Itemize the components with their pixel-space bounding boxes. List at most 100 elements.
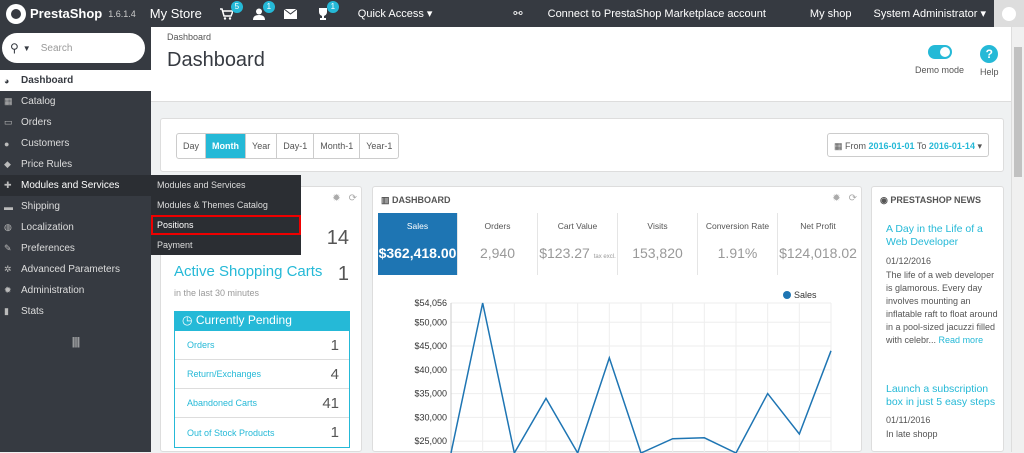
pending-label[interactable]: Out of Stock Products xyxy=(187,428,275,438)
kpi-sales-tab[interactable]: Sales$362,418.00 xyxy=(378,213,458,275)
calendar-icon: ▦ xyxy=(834,141,843,151)
refresh-icon[interactable]: ⟳ xyxy=(349,193,357,204)
read-more-link[interactable]: Read more xyxy=(939,335,984,345)
pending-label[interactable]: Return/Exchanges xyxy=(187,369,261,379)
card-tools: ✹ ⟳ xyxy=(832,193,857,204)
submenu-item-modules-services[interactable]: Modules and Services xyxy=(151,175,301,195)
to-date: 2016-01-14 xyxy=(929,141,975,151)
period-day-button[interactable]: Day xyxy=(177,134,206,158)
period-day-1-button[interactable]: Day-1 xyxy=(277,134,314,158)
topbar-right: ⚯ Connect to PrestaShop Marketplace acco… xyxy=(513,0,1024,27)
orders-icon: ▭ xyxy=(4,117,16,128)
kpi-value: 153,820 xyxy=(618,245,697,261)
dashboard-card: ▥ DASHBOARD ✹ ⟳ Sales$362,418.00 Orders2… xyxy=(372,186,862,452)
date-filter-panel: Day Month Year Day-1 Month-1 Year-1 ▦ Fr… xyxy=(160,118,1004,172)
top-navbar: PrestaShop 1.6.1.4 My Store 5 1 1 Quick … xyxy=(0,0,1024,27)
pending-label[interactable]: Abandoned Carts xyxy=(187,398,257,408)
sidebar-item-label: Administration xyxy=(21,285,84,296)
list-item[interactable]: Return/Exchanges4 xyxy=(175,360,349,389)
sidebar-item-administration[interactable]: ✹Administration xyxy=(0,280,151,301)
sidebar-item-stats[interactable]: ▮Stats xyxy=(0,301,151,322)
kpi-net-profit-tab[interactable]: Net Profit $124,018.02 xyxy=(778,213,858,275)
news-card-title: ◉ PRESTASHOP NEWS xyxy=(880,195,981,206)
kpi-label: Visits xyxy=(618,221,697,231)
breadcrumb[interactable]: Dashboard xyxy=(167,32,211,42)
period-year-1-button[interactable]: Year-1 xyxy=(360,134,398,158)
employee-menu[interactable]: System Administrator ▾ xyxy=(874,7,987,20)
news-item-title[interactable]: Launch a subscription box in just 5 easy… xyxy=(886,383,996,409)
messages-notification[interactable] xyxy=(284,7,298,21)
kpi-visits-tab[interactable]: Visits 153,820 xyxy=(618,213,698,275)
configure-icon[interactable]: ✹ xyxy=(832,193,840,204)
search-icon[interactable]: ⚲ xyxy=(10,41,19,55)
quick-access-menu[interactable]: Quick Access ▾ xyxy=(358,7,433,20)
scrollbar-thumb[interactable] xyxy=(1014,47,1022,177)
period-year-button[interactable]: Year xyxy=(246,134,277,158)
sidebar-item-label: Stats xyxy=(21,306,44,317)
kpi-conversion-rate-tab[interactable]: Conversion Rate1.91% xyxy=(698,213,778,275)
news-card: ◉ PRESTASHOP NEWS A Day in the Life of a… xyxy=(871,186,1004,452)
list-item[interactable]: Abandoned Carts41 xyxy=(175,389,349,418)
search-box[interactable]: ⚲ ▼ Search xyxy=(2,33,145,63)
sidebar: ⚲ ▼ Search ◕Dashboard ▦Catalog ▭ Orders ●… xyxy=(0,27,151,452)
news-item-date: 01/12/2016 xyxy=(886,256,931,266)
marketplace-link[interactable]: ⚯ Connect to PrestaShop Marketplace acco… xyxy=(513,7,788,20)
store-name[interactable]: My Store xyxy=(150,6,202,21)
sidebar-item-catalog[interactable]: ▦Catalog xyxy=(0,91,151,112)
kpi-value: $124,018.02 xyxy=(778,245,858,261)
kpi-orders-tab[interactable]: Orders2,940 xyxy=(458,213,538,275)
kpi-value: 1.91% xyxy=(698,245,777,261)
cart-badge: 5 xyxy=(231,1,243,13)
envelope-icon xyxy=(284,9,297,19)
submenu-item-payment[interactable]: Payment xyxy=(151,235,301,255)
sidebar-item-label: Shipping xyxy=(21,201,60,212)
list-item[interactable]: Orders1 xyxy=(175,331,349,360)
sidebar-item-advanced-parameters[interactable]: ✲Advanced Parameters xyxy=(0,259,151,280)
marketplace-label: Connect to PrestaShop Marketplace accoun… xyxy=(548,8,766,20)
submenu-item-positions[interactable]: Positions xyxy=(151,215,301,235)
kpi-label: Net Profit xyxy=(778,221,858,231)
prestashop-logo-icon xyxy=(6,4,26,24)
sidebar-item-modules[interactable]: ✚Modules and Services xyxy=(0,175,151,196)
sidebar-item-preferences[interactable]: ✎Preferences xyxy=(0,238,151,259)
collapse-sidebar-button[interactable]: |||| xyxy=(0,336,151,348)
sidebar-item-customers[interactable]: ●Customers xyxy=(0,133,151,154)
pending-value: 1 xyxy=(331,424,339,441)
date-range-picker[interactable]: ▦ From 2016-01-01 To 2016-01-14 ▾ xyxy=(827,133,989,157)
customer-notification[interactable]: 1 xyxy=(252,7,266,21)
sidebar-item-localization[interactable]: ◍Localization xyxy=(0,217,151,238)
my-shop-link[interactable]: My shop xyxy=(810,8,852,20)
page-header: Dashboard Dashboard Demo mode ? Help xyxy=(151,27,1011,102)
list-item[interactable]: Out of Stock Products 1 xyxy=(175,418,349,447)
configure-icon[interactable]: ✹ xyxy=(332,193,340,204)
sidebar-item-shipping[interactable]: ▬Shipping xyxy=(0,196,151,217)
sidebar-item-price-rules[interactable]: ◆Price Rules xyxy=(0,154,151,175)
sidebar-item-label: Orders xyxy=(21,117,52,128)
trophy-notification[interactable]: 1 xyxy=(316,7,330,21)
dashboard-card-title: ▥ DASHBOARD xyxy=(381,195,451,206)
kpi-cart-value-tab[interactable]: Cart Value$123.27 tax excl. xyxy=(538,213,618,275)
y-tick-label: $54,056 xyxy=(414,298,447,308)
help-button[interactable]: ? Help xyxy=(980,45,999,77)
period-month-1-button[interactable]: Month-1 xyxy=(314,134,360,158)
cart-notification[interactable]: 5 xyxy=(220,7,234,21)
demo-mode-toggle[interactable]: Demo mode xyxy=(915,45,964,75)
pending-label[interactable]: Orders xyxy=(187,340,215,350)
sidebar-item-orders[interactable]: ▭ Orders xyxy=(0,112,151,133)
avatar[interactable] xyxy=(994,0,1024,27)
brand-logo[interactable]: PrestaShop 1.6.1.4 xyxy=(0,0,136,27)
refresh-icon[interactable]: ⟳ xyxy=(849,193,857,204)
period-month-button[interactable]: Month xyxy=(206,134,246,158)
customer-badge: 1 xyxy=(263,1,275,13)
avatar-placeholder-icon xyxy=(1002,7,1016,21)
search-input[interactable]: Search xyxy=(41,43,73,54)
submenu-item-modules-themes-catalog[interactable]: Modules & Themes Catalog xyxy=(151,195,301,215)
caret-down-icon[interactable]: ▼ xyxy=(23,44,31,53)
news-item-title[interactable]: A Day in the Life of a Web Developer xyxy=(886,223,996,249)
active-carts-title[interactable]: Active Shopping Carts xyxy=(174,263,322,280)
kpi-value: $123.27 xyxy=(539,245,590,261)
page-scrollbar[interactable] xyxy=(1011,27,1024,452)
legend-marker xyxy=(783,291,791,299)
sidebar-item-dashboard[interactable]: ◕Dashboard xyxy=(0,70,151,91)
sidebar-item-label: Catalog xyxy=(21,96,55,107)
